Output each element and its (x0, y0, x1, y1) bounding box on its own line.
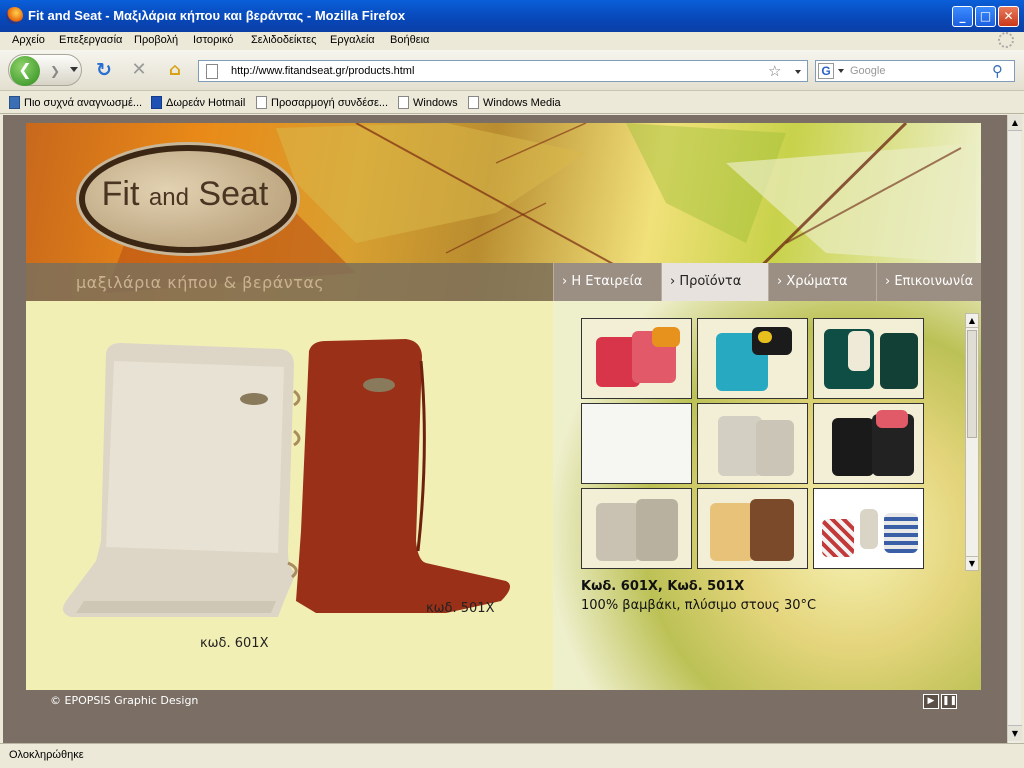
site-footer: © EPOPSIS Graphic Design ▶ ❚❚ (26, 690, 981, 712)
thumbnail-turquoise-cushion[interactable] (697, 318, 808, 399)
page-scroll-down-icon[interactable]: ▼ (1008, 725, 1022, 741)
page-scroll-up-icon[interactable]: ▲ (1008, 115, 1022, 131)
menu-history[interactable]: Ιστορικό (193, 34, 233, 46)
fit-and-seat-logo[interactable]: Fit and Seat (76, 142, 300, 256)
label-601x: κωδ. 601Χ (200, 636, 269, 651)
menu-bookmarks[interactable]: Σελιδοδείκτες (251, 34, 316, 46)
cushions-photo (62, 339, 510, 617)
thumbnail-black-cushion[interactable] (813, 403, 924, 484)
main-product-panel: κωδ. 501Χ κωδ. 601Χ (26, 301, 553, 690)
reload-icon[interactable]: ↻ (93, 59, 115, 81)
close-button[interactable]: ✕ (998, 6, 1019, 27)
thumbnail-quilted-cushion[interactable] (581, 488, 692, 569)
label-501x: κωδ. 501Χ (426, 601, 495, 616)
bookmarks-toolbar: Πιο συχνά αναγνωσμέ... Δωρεάν Hotmail Πρ… (0, 90, 1024, 114)
thumbnail-grey-cushion[interactable] (697, 403, 808, 484)
magnifier-icon[interactable]: ⚲ (992, 62, 1003, 80)
site-subtitle: μαξιλάρια κήπου & βεράντας (76, 273, 325, 292)
stop-icon[interactable]: ✕ (128, 59, 150, 81)
menu-bar: Αρχείο Επεξεργασία Προβολή Ιστορικό Σελι… (0, 32, 1024, 50)
thumbnail-green-cushion[interactable] (813, 318, 924, 399)
site-navigation: › Η Εταιρεία › Προϊόντα › Χρώματα › Επικ… (553, 263, 981, 301)
thumbnail-blank[interactable] (581, 403, 692, 484)
search-placeholder: Google (850, 65, 886, 77)
menu-file[interactable]: Αρχείο (12, 34, 45, 46)
msn-icon (151, 96, 162, 109)
home-icon[interactable]: ⌂ (164, 59, 186, 81)
play-button[interactable]: ▶ (923, 694, 939, 709)
url-text[interactable]: http://www.fitandseat.gr/products.html (231, 65, 414, 77)
forward-button[interactable]: ❯ (44, 61, 66, 81)
logo-text: Fit and Seat (101, 175, 269, 213)
star-bookmark-icon[interactable]: ☆ (768, 62, 781, 80)
page-scrollbar[interactable]: ▲ ▼ (1007, 115, 1022, 743)
bookmark-customize-links[interactable]: Προσαρμογή συνδέσε... (256, 96, 388, 109)
engine-dropdown-icon[interactable] (838, 69, 844, 73)
menu-help[interactable]: Βοήθεια (390, 34, 429, 46)
page-icon (468, 96, 479, 109)
product-description: 100% βαμβάκι, πλύσιμο στους 30°C (581, 598, 817, 613)
product-gallery-panel: ▲ ▼ Κωδ. 601Χ, Κωδ. 501Χ 100% βαμβάκι, π… (553, 301, 981, 690)
page-icon (256, 96, 267, 109)
page-icon (398, 96, 409, 109)
subtitle-band: μαξιλάρια κήπου & βεράντας (26, 263, 553, 301)
search-bar[interactable]: G Google ⚲ (815, 60, 1015, 82)
copyright-text: © EPOPSIS Graphic Design (50, 694, 199, 707)
status-bar: Ολοκληρώθηκε (0, 743, 1024, 768)
bookmark-hotmail[interactable]: Δωρεάν Hotmail (151, 96, 245, 109)
url-dropdown-icon[interactable] (795, 70, 801, 74)
status-text: Ολοκληρώθηκε (9, 749, 84, 761)
menu-tools[interactable]: Εργαλεία (330, 34, 375, 46)
maximize-button[interactable]: □ (975, 6, 996, 27)
history-dropdown-icon[interactable] (70, 67, 78, 72)
thumbnail-red-cushion[interactable] (581, 318, 692, 399)
gallery-scroll-thumb[interactable] (967, 330, 977, 438)
minimize-button[interactable]: _ (952, 6, 973, 27)
nav-products[interactable]: › Προϊόντα (661, 263, 768, 301)
menu-edit[interactable]: Επεξεργασία (59, 34, 122, 46)
search-engine-icon[interactable]: G (818, 63, 834, 79)
window-title: Fit and Seat - Μαξιλάρια κήπου και βεράν… (28, 8, 406, 23)
url-bar[interactable]: http://www.fitandseat.gr/products.html ☆ (198, 60, 808, 82)
bookmark-windows[interactable]: Windows (398, 96, 458, 109)
window-title-bar: Fit and Seat - Μαξιλάρια κήπου και βεράν… (0, 0, 1024, 32)
scroll-up-icon[interactable]: ▲ (966, 314, 978, 328)
throbber-icon (998, 32, 1014, 48)
pause-button[interactable]: ❚❚ (941, 694, 957, 709)
scroll-down-icon[interactable]: ▼ (966, 556, 978, 570)
site-header: Fit and Seat μαξιλάρια κήπου & βεράντας … (26, 123, 981, 301)
content-area: κωδ. 501Χ κωδ. 601Χ ▲ ▼ Κωδ. 601Χ, Κωδ. … (26, 301, 981, 690)
nav-company[interactable]: › Η Εταιρεία (553, 263, 661, 301)
firefox-icon (6, 7, 23, 24)
product-code: Κωδ. 601Χ, Κωδ. 501Χ (581, 579, 745, 594)
thumbnail-beige-brown-cushion[interactable] (697, 488, 808, 569)
bookmark-most-visited[interactable]: Πιο συχνά αναγνωσμέ... (9, 96, 142, 109)
site-page: Fit and Seat μαξιλάρια κήπου & βεράντας … (26, 123, 981, 723)
nav-contact[interactable]: › Επικοινωνία (876, 263, 981, 301)
back-button[interactable]: ❮ (10, 56, 40, 86)
page-icon (206, 64, 218, 79)
bookmark-folder-icon (9, 96, 20, 109)
nav-colors[interactable]: › Χρώματα (768, 263, 876, 301)
browser-viewport: Fit and Seat μαξιλάρια κήπου & βεράντας … (3, 115, 1007, 743)
menu-view[interactable]: Προβολή (134, 34, 178, 46)
thumbnail-striped-cushions[interactable] (813, 488, 924, 569)
bookmark-windows-media[interactable]: Windows Media (468, 96, 561, 109)
gallery-scrollbar[interactable]: ▲ ▼ (965, 313, 979, 571)
